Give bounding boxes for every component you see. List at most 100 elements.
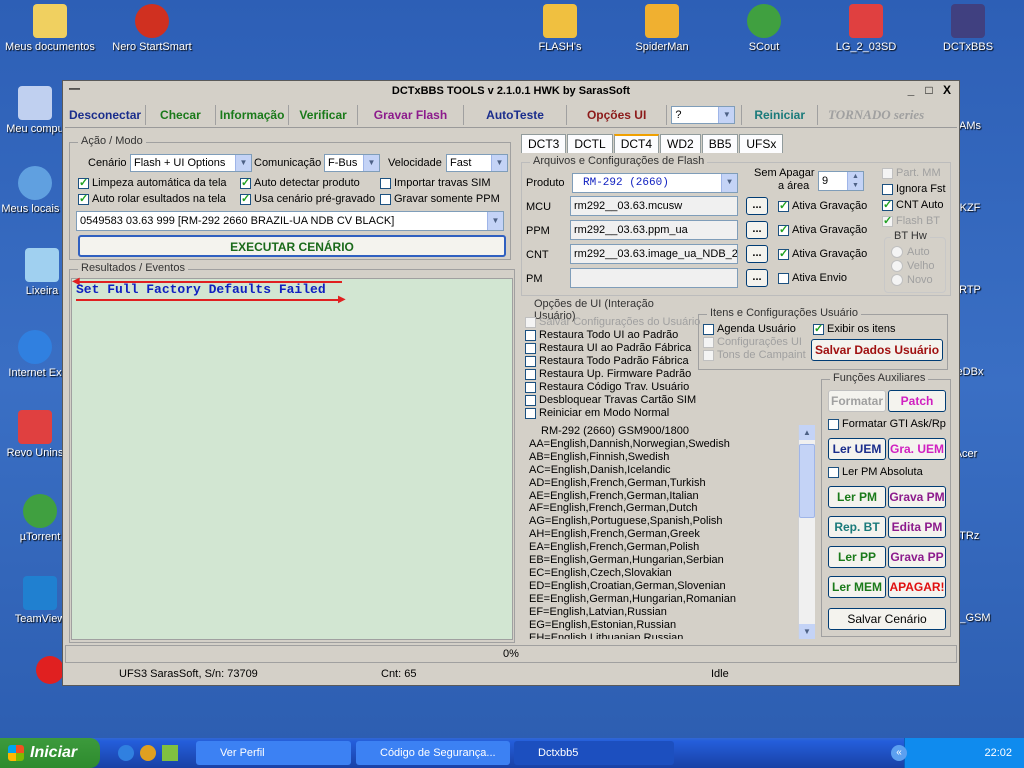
cnt-ativa-checkbox[interactable]: Ativa Gravação bbox=[778, 247, 867, 260]
configuracoes-ui-checkbox[interactable]: Configurações UI bbox=[703, 336, 802, 348]
ie-icon[interactable] bbox=[118, 745, 134, 761]
bt-hw-auto-radio[interactable]: Auto bbox=[891, 246, 930, 258]
sem-apagar-spinner[interactable]: 9 ▲ ▼ bbox=[818, 171, 864, 191]
ui-option-restaura-todo-fabrica[interactable]: Restaura Todo Padrão Fábrica bbox=[525, 355, 689, 367]
apagar-button[interactable]: APAGAR! bbox=[888, 576, 946, 598]
ler-pm-absoluta-checkbox[interactable]: Ler PM Absoluta bbox=[828, 466, 923, 478]
languages-list[interactable]: RM-292 (2660) GSM900/1800 AA=English,Dan… bbox=[521, 421, 815, 639]
importar-travas-checkbox[interactable]: Importar travas SIM bbox=[380, 177, 491, 189]
scroll-up-icon[interactable]: ▲ bbox=[799, 425, 815, 440]
tons-checkbox[interactable]: Tons de Campaint bbox=[703, 349, 806, 361]
tab-wd2[interactable]: WD2 bbox=[660, 134, 701, 153]
cnt-browse-button[interactable]: ... bbox=[746, 245, 768, 263]
ler-pp-button[interactable]: Ler PP bbox=[828, 546, 886, 568]
ler-mem-button[interactable]: Ler MEM bbox=[828, 576, 886, 598]
salvar-cenario-button[interactable]: Salvar Cenário bbox=[828, 608, 946, 630]
flash-bt-checkbox[interactable]: Flash BT bbox=[882, 214, 940, 227]
cnt-auto-checkbox[interactable]: CNT Auto bbox=[882, 198, 944, 211]
ler-uem-button[interactable]: Ler UEM bbox=[828, 438, 886, 460]
desktop-icon-dctxbbs[interactable]: DCTxBBS bbox=[918, 4, 1018, 53]
rep-bt-button[interactable]: Rep. BT bbox=[828, 516, 886, 538]
ui-option-restaura-codigo[interactable]: Restaura Código Trav. Usuário bbox=[525, 381, 689, 393]
formatar-button[interactable]: Formatar bbox=[828, 390, 886, 412]
cenario-select[interactable]: Flash + UI Options ▼ bbox=[130, 154, 252, 172]
ui-option-reiniciar[interactable]: Reiniciar em Modo Normal bbox=[525, 407, 669, 419]
ignora-fst-checkbox[interactable]: Ignora Fst bbox=[882, 183, 946, 195]
tab-dctl[interactable]: DCTL bbox=[567, 134, 613, 153]
desktop-icon-flashs[interactable]: FLASH's bbox=[510, 4, 610, 53]
language-item[interactable]: ED=English,Croatian,German,Slovenian bbox=[529, 580, 815, 593]
ppm-ativa-checkbox[interactable]: Ativa Gravação bbox=[778, 223, 867, 236]
maximize-button[interactable]: □ bbox=[921, 82, 937, 98]
ui-option-desbloquear-sim[interactable]: Desbloquear Travas Cartão SIM bbox=[525, 394, 696, 406]
reiniciar-button[interactable]: Reiniciar bbox=[741, 105, 819, 125]
bt-hw-novo-radio[interactable]: Novo bbox=[891, 274, 933, 286]
auto-rolar-checkbox[interactable]: Auto rolar esultados na tela bbox=[78, 192, 226, 205]
bt-hw-velho-radio[interactable]: Velho bbox=[891, 260, 935, 272]
pm-ativa-checkbox[interactable]: Ativa Envio bbox=[778, 272, 847, 284]
desktop-icon-scout[interactable]: SCout bbox=[714, 4, 814, 53]
tab-dct4[interactable]: DCT4 bbox=[613, 134, 660, 153]
task-codigo-seguranca[interactable]: Código de Segurança... bbox=[356, 741, 510, 765]
autoteste-button[interactable]: AutoTeste bbox=[464, 105, 567, 125]
firmware-select[interactable]: 0549583 03.63 999 [RM-292 2660 BRAZIL-UA… bbox=[76, 211, 504, 231]
tab-dct3[interactable]: DCT3 bbox=[521, 134, 567, 153]
start-button[interactable]: Iniciar bbox=[0, 738, 100, 768]
language-item[interactable]: AH=English,French,German,Greek bbox=[529, 528, 815, 541]
cnt-file-field[interactable]: rm292__03.63.image_ua_NDB_2 bbox=[570, 244, 738, 264]
language-item[interactable]: AB=English,Finnish,Swedish bbox=[529, 451, 815, 464]
ui-option-restaura-firmware[interactable]: Restaura Up. Firmware Padrão bbox=[525, 368, 691, 380]
language-item[interactable]: AA=English,Dannish,Norwegian,Swedish bbox=[529, 438, 815, 451]
formatar-gti-checkbox[interactable]: Formatar GTI Ask/Rp bbox=[828, 418, 946, 430]
help-select[interactable]: ? ▼ bbox=[671, 106, 736, 124]
salvar-dados-usuario-button[interactable]: Salvar Dados Usuário bbox=[811, 339, 943, 361]
title-bar[interactable]: — DCTxBBS TOOLS v 2.1.0.1 HWK by SarasSo… bbox=[63, 81, 959, 101]
comunicacao-select[interactable]: F-Bus ▼ bbox=[324, 154, 380, 172]
ui-option-restaura-ui-fabrica[interactable]: Restaura UI ao Padrão Fábrica bbox=[525, 342, 691, 354]
pm-browse-button[interactable]: ... bbox=[746, 269, 768, 287]
tab-ufsx[interactable]: UFSx bbox=[739, 134, 784, 153]
desktop-icon-spiderman[interactable]: SpiderMan bbox=[612, 4, 712, 53]
language-item[interactable]: EC=English,Czech,Slovakian bbox=[529, 567, 815, 580]
verificar-button[interactable]: Verificar bbox=[289, 105, 358, 125]
language-item[interactable]: AC=English,Danish,Icelandic bbox=[529, 464, 815, 477]
results-log[interactable]: ◀ Set Full Factory Defaults Failed ▶ bbox=[71, 276, 513, 640]
ui-option-salvar[interactable]: Salvar Configurações do Usuário bbox=[525, 316, 700, 328]
ppm-browse-button[interactable]: ... bbox=[746, 221, 768, 239]
grava-pp-button[interactable]: Grava PP bbox=[888, 546, 946, 568]
chrome-icon[interactable] bbox=[140, 745, 156, 761]
language-item[interactable]: EA=English,French,German,Polish bbox=[529, 541, 815, 554]
mcu-file-field[interactable]: rm292__03.63.mcusw bbox=[570, 196, 738, 216]
language-item[interactable]: AE=English,French,German,Italian bbox=[529, 490, 815, 503]
msn-icon[interactable] bbox=[162, 745, 178, 761]
language-item[interactable]: AF=English,French,German,Dutch bbox=[529, 502, 815, 515]
ppm-file-field[interactable]: rm292__03.63.ppm_ua bbox=[570, 220, 738, 240]
task-ver-perfil[interactable]: Ver Perfil bbox=[196, 741, 351, 765]
language-item[interactable]: EG=English,Estonian,Russian bbox=[529, 619, 815, 632]
tab-bb5[interactable]: BB5 bbox=[701, 134, 739, 153]
mcu-ativa-checkbox[interactable]: Ativa Gravação bbox=[778, 199, 867, 212]
language-item[interactable]: EE=English,German,Hungarian,Romanian bbox=[529, 593, 815, 606]
limpeza-checkbox[interactable]: Limpeza automática da tela bbox=[78, 176, 227, 189]
ui-option-restaura-todo-ui[interactable]: Restaura Todo UI ao Padrão bbox=[525, 329, 678, 341]
gra-uem-button[interactable]: Gra. UEM bbox=[888, 438, 946, 460]
mcu-browse-button[interactable]: ... bbox=[746, 197, 768, 215]
informacao-button[interactable]: Informação bbox=[216, 105, 290, 125]
spinner-arrows-icon[interactable]: ▲ ▼ bbox=[847, 172, 863, 190]
executar-cenario-button[interactable]: EXECUTAR CENÁRIO bbox=[78, 235, 506, 257]
language-item[interactable]: EH=English,Lithuanian,Russian bbox=[529, 632, 815, 640]
opcoes-ui-button[interactable]: Opções UI bbox=[567, 105, 668, 125]
close-button[interactable]: X bbox=[939, 82, 955, 98]
desktop-icon-nero[interactable]: Nero StartSmart bbox=[102, 4, 202, 53]
produto-select[interactable]: RM-292 (2660) ▼ bbox=[572, 173, 738, 193]
pm-file-field[interactable] bbox=[570, 268, 738, 288]
ler-pm-button[interactable]: Ler PM bbox=[828, 486, 886, 508]
edita-pm-button[interactable]: Edita PM bbox=[888, 516, 946, 538]
usa-cenario-checkbox[interactable]: Usa cenário pré-gravado bbox=[240, 192, 375, 205]
language-item[interactable]: EB=English,German,Hungarian,Serbian bbox=[529, 554, 815, 567]
language-item[interactable]: EF=English,Latvian,Russian bbox=[529, 606, 815, 619]
gravar-somente-checkbox[interactable]: Gravar somente PPM bbox=[380, 193, 500, 205]
agenda-usuario-checkbox[interactable]: Agenda Usuário bbox=[703, 323, 796, 335]
desconectar-button[interactable]: Desconectar bbox=[65, 105, 147, 125]
auto-detectar-checkbox[interactable]: Auto detectar produto bbox=[240, 176, 360, 189]
